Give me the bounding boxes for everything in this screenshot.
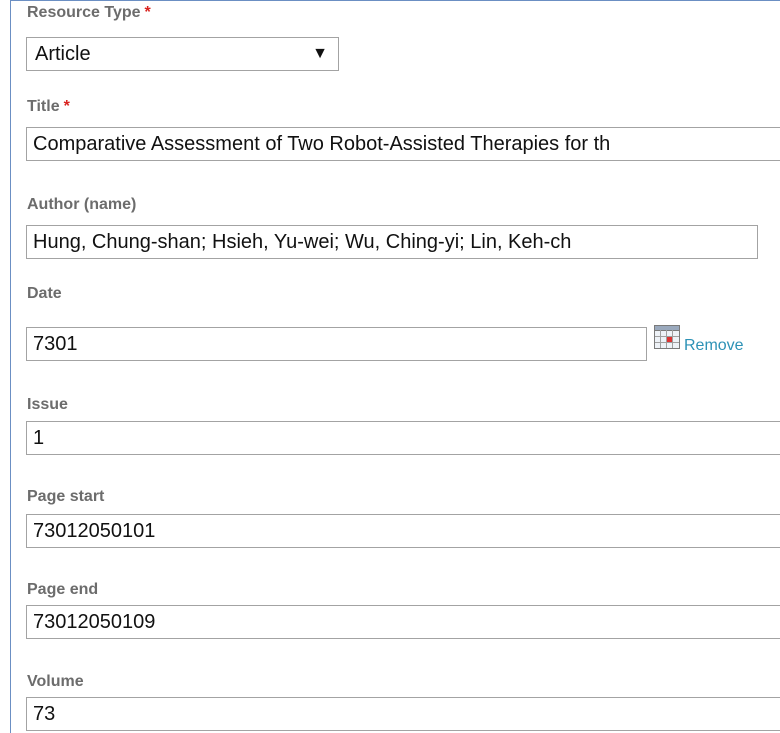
title-label-text: Title [27, 98, 60, 115]
resource-type-label: Resource Type * [27, 4, 151, 22]
volume-label: Volume [27, 673, 84, 690]
page-start-label: Page start [27, 488, 105, 505]
resource-type-label-text: Resource Type [27, 4, 141, 21]
required-mark: * [144, 4, 151, 21]
author-label: Author (name) [27, 196, 137, 213]
title-input[interactable]: Comparative Assessment of Two Robot-Assi… [26, 127, 780, 161]
date-input[interactable]: 7301 [26, 327, 647, 361]
volume-input[interactable]: 73 [26, 697, 780, 731]
required-mark: * [63, 98, 70, 115]
calendar-icon[interactable] [654, 325, 680, 349]
issue-label: Issue [27, 396, 68, 413]
author-input[interactable]: Hung, Chung-shan; Hsieh, Yu-wei; Wu, Chi… [26, 225, 758, 259]
issue-input[interactable]: 1 [26, 421, 780, 455]
page-end-input[interactable]: 73012050109 [26, 605, 780, 639]
page-end-label: Page end [27, 581, 99, 598]
title-label: Title * [27, 98, 70, 116]
resource-type-select[interactable]: Article ▼ [26, 37, 339, 71]
page-start-input[interactable]: 73012050101 [26, 514, 780, 548]
resource-type-selected: Article [35, 43, 91, 65]
remove-date-link[interactable]: Remove [684, 337, 744, 355]
date-label: Date [27, 285, 62, 302]
dropdown-arrow-icon: ▼ [312, 45, 328, 62]
